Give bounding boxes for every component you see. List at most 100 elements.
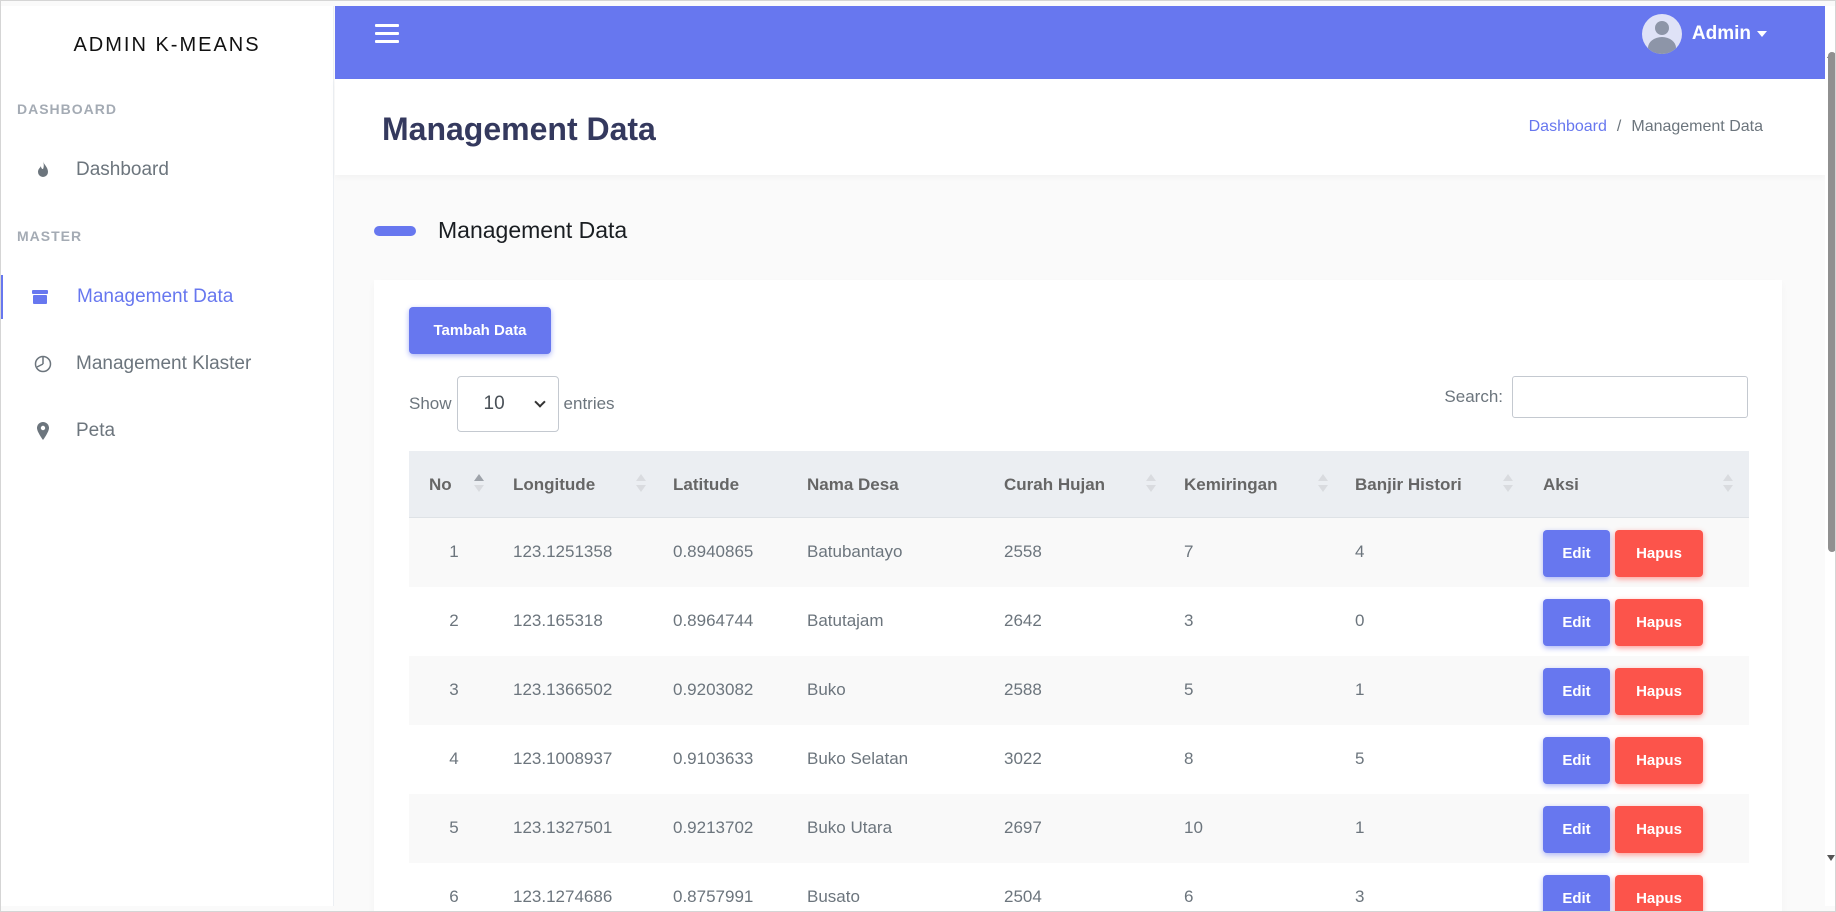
cell-banjir-histori: 5: [1355, 749, 1365, 768]
section-title-text: Management Data: [438, 217, 628, 243]
cell-nama-desa: Batutajam: [807, 611, 884, 630]
edit-button[interactable]: Edit: [1543, 875, 1610, 912]
cell-no: 4: [449, 749, 459, 768]
table-header: No Longitude Latitude Nama Desa Curah Hu…: [409, 451, 1749, 518]
cell-longitude: 123.1274686: [513, 887, 613, 906]
cell-curah-hujan: 2558: [1004, 542, 1042, 561]
search-input[interactable]: [1512, 376, 1748, 418]
table-row: 2 123.165318 0.8964744 Batutajam 2642 3 0 Edit H…: [409, 587, 1749, 656]
chevron-down-icon: [533, 396, 546, 408]
section-header: Management Data Dashboard / Management D…: [335, 79, 1825, 175]
data-table: No Longitude Latitude Nama Desa Curah Hu…: [409, 451, 1749, 912]
table-row: 3 123.1366502 0.9203082 Buko 2588 5 1 Edit Hapus: [409, 656, 1749, 725]
sidebar-item-dashboard[interactable]: Dashboard: [0, 148, 334, 192]
delete-button[interactable]: Hapus: [1615, 530, 1703, 577]
delete-button[interactable]: Hapus: [1615, 599, 1703, 646]
cell-longitude: 123.1251358: [513, 542, 613, 561]
cell-nama-desa: Buko Utara: [807, 818, 893, 837]
edit-button[interactable]: Edit: [1543, 530, 1610, 577]
cell-curah-hujan: 2642: [1004, 611, 1042, 630]
column-header-nama-desa[interactable]: Nama Desa: [807, 451, 899, 518]
sort-icon: [1146, 474, 1156, 494]
show-label: Show: [409, 394, 452, 413]
column-header-no[interactable]: No: [429, 451, 452, 518]
column-header-longitude[interactable]: Longitude: [513, 451, 595, 518]
table-body: 1 123.1251358 0.8940865 Batubantayo 2558 7 4 Ed…: [409, 518, 1749, 912]
cell-kemiringan: 5: [1184, 680, 1194, 699]
edit-button[interactable]: Edit: [1543, 599, 1610, 646]
sidebar-heading-dashboard: DASHBOARD: [17, 101, 117, 117]
caret-down-icon: [1757, 31, 1767, 37]
search-control: Search:: [1444, 376, 1748, 418]
column-header-aksi[interactable]: Aksi: [1543, 451, 1579, 518]
cell-kemiringan: 3: [1184, 611, 1194, 630]
sort-icon: [1503, 474, 1513, 494]
sort-icon: [636, 474, 646, 494]
add-data-button[interactable]: Tambah Data: [409, 307, 551, 354]
delete-button[interactable]: Hapus: [1615, 737, 1703, 784]
column-header-curah-hujan[interactable]: Curah Hujan: [1004, 451, 1105, 518]
cell-latitude: 0.9103633: [673, 749, 754, 768]
top-navbar: Admin: [335, 6, 1825, 79]
cell-curah-hujan: 2697: [1004, 818, 1042, 837]
cell-banjir-histori: 0: [1355, 611, 1365, 630]
breadcrumb-dashboard-link[interactable]: Dashboard: [1529, 118, 1607, 136]
cell-no: 5: [449, 818, 459, 837]
cell-latitude: 0.9203082: [673, 680, 754, 699]
column-header-banjir-histori[interactable]: Banjir Histori: [1355, 451, 1462, 518]
delete-button[interactable]: Hapus: [1615, 806, 1703, 853]
cell-banjir-histori: 1: [1355, 818, 1365, 837]
fire-icon: [30, 157, 56, 183]
sidebar-item-label: Management Klaster: [76, 353, 252, 374]
entries-select-value: 10: [483, 393, 505, 414]
sidebar-heading-master: MASTER: [17, 228, 83, 244]
sidebar: ADMIN K-MEANS DASHBOARD Dashboard MASTER…: [0, 6, 334, 906]
cell-banjir-histori: 3: [1355, 887, 1365, 906]
sidebar-item-management-data[interactable]: Management Data: [0, 275, 334, 319]
cell-latitude: 0.9213702: [673, 818, 754, 837]
cell-no: 1: [449, 542, 459, 561]
cell-latitude: 0.8940865: [673, 542, 754, 561]
table-row: 5 123.1327501 0.9213702 Buko Utara 2697 10 1 Ed…: [409, 794, 1749, 863]
edit-button[interactable]: Edit: [1543, 668, 1610, 715]
cell-longitude: 123.1327501: [513, 818, 613, 837]
pie-chart-icon: [30, 351, 56, 377]
brand-title[interactable]: ADMIN K-MEANS: [0, 34, 334, 57]
row-actions: Edit Hapus: [1543, 737, 1703, 784]
sidebar-item-peta[interactable]: Peta: [0, 409, 334, 453]
cell-nama-desa: Buko Selatan: [807, 749, 909, 768]
user-dropdown[interactable]: Admin: [1641, 14, 1767, 54]
delete-button[interactable]: Hapus: [1615, 668, 1703, 715]
scroll-down-arrow-icon[interactable]: [1827, 855, 1835, 861]
cell-longitude: 123.165318: [513, 611, 603, 630]
sort-icon: [1723, 474, 1733, 494]
search-label: Search:: [1444, 387, 1503, 406]
edit-button[interactable]: Edit: [1543, 806, 1610, 853]
entries-length-control: Show 10 entries: [409, 376, 615, 432]
row-actions: Edit Hapus: [1543, 806, 1703, 853]
sort-icon: [1318, 474, 1328, 494]
sidebar-item-label: Dashboard: [76, 159, 169, 180]
column-header-latitude[interactable]: Latitude: [673, 451, 739, 518]
entries-select[interactable]: 10: [456, 376, 559, 432]
data-card: Tambah Data Show 10 entries Search: No L…: [374, 280, 1782, 912]
table-row: 4 123.1008937 0.9103633 Buko Selatan 3022 8 5 E…: [409, 725, 1749, 794]
section-title-accent: [374, 225, 416, 236]
breadcrumb: Dashboard / Management Data: [1529, 118, 1763, 136]
cell-kemiringan: 10: [1184, 818, 1203, 837]
cell-longitude: 123.1366502: [513, 680, 613, 699]
map-marker-icon: [30, 418, 56, 444]
delete-button[interactable]: Hapus: [1615, 875, 1703, 912]
cell-longitude: 123.1008937: [513, 749, 613, 768]
sidebar-item-management-klaster[interactable]: Management Klaster: [0, 342, 334, 386]
edit-button[interactable]: Edit: [1543, 737, 1610, 784]
cell-no: 2: [449, 611, 459, 630]
section-title: Management Data: [374, 217, 627, 244]
row-actions: Edit Hapus: [1543, 668, 1703, 715]
cell-curah-hujan: 2588: [1004, 680, 1042, 699]
menu-toggle-icon[interactable]: [375, 24, 399, 44]
page-scrollbar-thumb[interactable]: [1828, 52, 1836, 552]
column-header-kemiringan[interactable]: Kemiringan: [1184, 451, 1278, 518]
cell-kemiringan: 7: [1184, 542, 1194, 561]
table-row: 6 123.1274686 0.8757991 Busato 2504 6 3 Edit Hap…: [409, 863, 1749, 912]
